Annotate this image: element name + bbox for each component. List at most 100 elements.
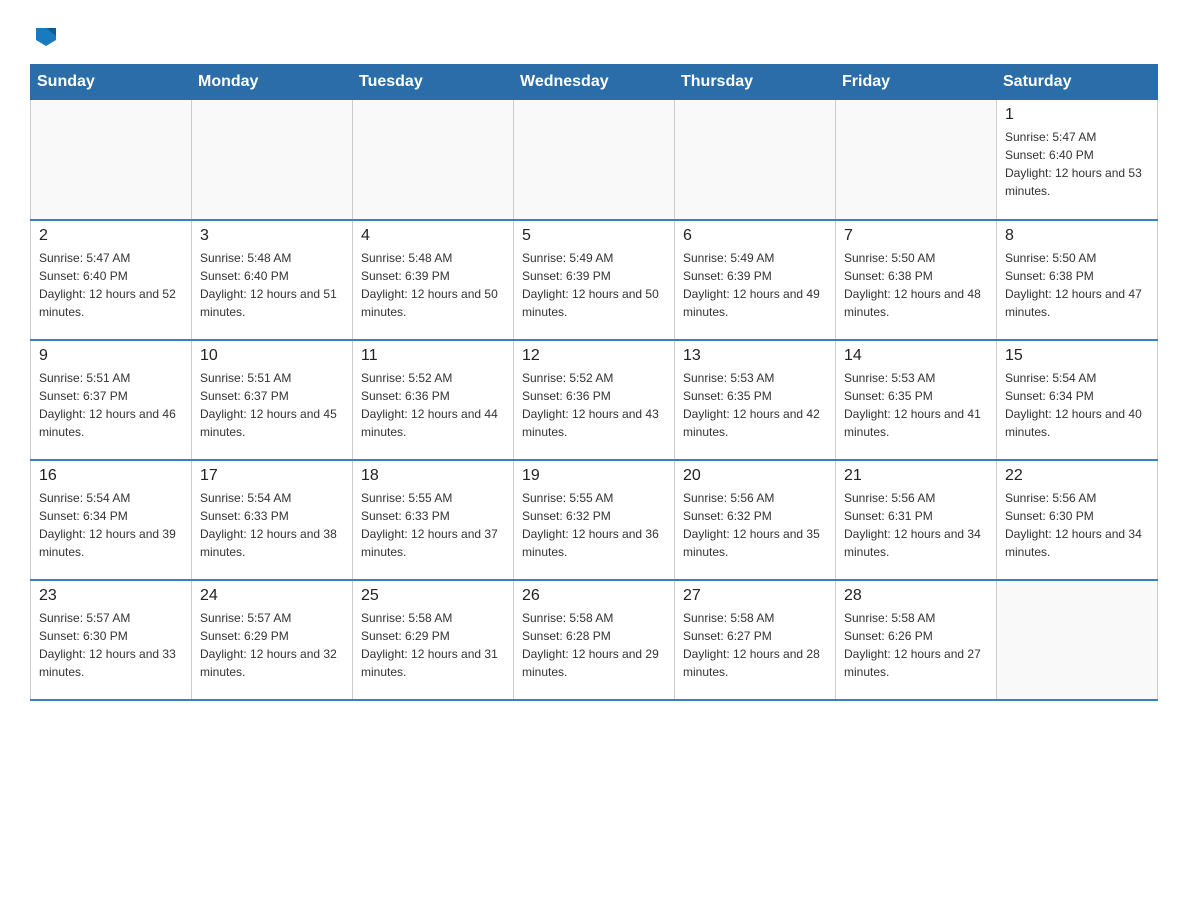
table-row: 11 Sunrise: 5:52 AMSunset: 6:36 PMDayligh… — [353, 340, 514, 460]
table-row: 10 Sunrise: 5:51 AMSunset: 6:37 PMDayligh… — [192, 340, 353, 460]
day-number: 6 — [683, 227, 827, 245]
day-info: Sunrise: 5:49 AMSunset: 6:39 PMDaylight:… — [522, 249, 666, 321]
calendar-table: Sunday Monday Tuesday Wednesday Thursday… — [30, 64, 1158, 701]
table-row: 16Sunrise: 5:54 AMSunset: 6:34 PMDayligh… — [31, 460, 192, 580]
day-number: 14 — [844, 347, 988, 365]
day-number: 8 — [1005, 227, 1149, 245]
day-info: Sunrise: 5:55 AMSunset: 6:33 PMDaylight:… — [361, 489, 505, 561]
day-info: Sunrise: 5:57 AMSunset: 6:29 PMDaylight:… — [200, 609, 344, 681]
header-monday: Monday — [192, 65, 353, 100]
table-row: 26 Sunrise: 5:58 AMSunset: 6:28 PMDayligh… — [514, 580, 675, 700]
calendar-week-row: 23 Sunrise: 5:57 AMSunset: 6:30 PMDayligh… — [31, 580, 1158, 700]
table-row — [31, 100, 192, 220]
day-info: Sunrise: 5:58 AMSunset: 6:27 PMDaylight:… — [683, 609, 827, 681]
day-info: Sunrise: 5:47 AMSunset: 6:40 PMDaylight:… — [1005, 128, 1149, 200]
day-info: Sunrise: 5:50 AMSunset: 6:38 PMDaylight:… — [1005, 249, 1149, 321]
day-number: 15 — [1005, 347, 1149, 365]
calendar-week-row: 1 Sunrise: 5:47 AMSunset: 6:40 PMDaylight… — [31, 100, 1158, 220]
day-number: 23 — [39, 587, 183, 605]
day-number: 3 — [200, 227, 344, 245]
table-row — [514, 100, 675, 220]
day-number: 5 — [522, 227, 666, 245]
table-row: 3Sunrise: 5:48 AMSunset: 6:40 PMDaylight… — [192, 220, 353, 340]
table-row: 2 Sunrise: 5:47 AMSunset: 6:40 PMDaylight… — [31, 220, 192, 340]
calendar-week-row: 9 Sunrise: 5:51 AMSunset: 6:37 PMDaylight… — [31, 340, 1158, 460]
day-number: 4 — [361, 227, 505, 245]
day-number: 26 — [522, 587, 666, 605]
calendar-week-row: 2 Sunrise: 5:47 AMSunset: 6:40 PMDaylight… — [31, 220, 1158, 340]
table-row: 19 Sunrise: 5:55 AMSunset: 6:32 PMDayligh… — [514, 460, 675, 580]
day-number: 21 — [844, 467, 988, 485]
day-info: Sunrise: 5:54 AMSunset: 6:33 PMDaylight:… — [200, 489, 344, 561]
day-number: 27 — [683, 587, 827, 605]
day-number: 24 — [200, 587, 344, 605]
day-info: Sunrise: 5:56 AMSunset: 6:30 PMDaylight:… — [1005, 489, 1149, 561]
day-info: Sunrise: 5:47 AMSunset: 6:40 PMDaylight:… — [39, 249, 183, 321]
table-row — [836, 100, 997, 220]
table-row — [997, 580, 1158, 700]
table-row: 9 Sunrise: 5:51 AMSunset: 6:37 PMDaylight… — [31, 340, 192, 460]
header-saturday: Saturday — [997, 65, 1158, 100]
table-row: 1 Sunrise: 5:47 AMSunset: 6:40 PMDaylight… — [997, 100, 1158, 220]
table-row: 17 Sunrise: 5:54 AMSunset: 6:33 PMDayligh… — [192, 460, 353, 580]
header-wednesday: Wednesday — [514, 65, 675, 100]
day-info: Sunrise: 5:53 AMSunset: 6:35 PMDaylight:… — [683, 369, 827, 441]
calendar-week-row: 16Sunrise: 5:54 AMSunset: 6:34 PMDayligh… — [31, 460, 1158, 580]
table-row: 7 Sunrise: 5:50 AMSunset: 6:38 PMDaylight… — [836, 220, 997, 340]
day-number: 18 — [361, 467, 505, 485]
table-row: 25 Sunrise: 5:58 AMSunset: 6:29 PMDayligh… — [353, 580, 514, 700]
logo — [30, 20, 62, 48]
day-number: 13 — [683, 347, 827, 365]
day-number: 22 — [1005, 467, 1149, 485]
table-row: 28 Sunrise: 5:58 AMSunset: 6:26 PMDayligh… — [836, 580, 997, 700]
header-thursday: Thursday — [675, 65, 836, 100]
table-row: 12Sunrise: 5:52 AMSunset: 6:36 PMDayligh… — [514, 340, 675, 460]
table-row: 27 Sunrise: 5:58 AMSunset: 6:27 PMDayligh… — [675, 580, 836, 700]
day-info: Sunrise: 5:55 AMSunset: 6:32 PMDaylight:… — [522, 489, 666, 561]
table-row: 23 Sunrise: 5:57 AMSunset: 6:30 PMDayligh… — [31, 580, 192, 700]
page-header — [30, 20, 1158, 48]
day-number: 19 — [522, 467, 666, 485]
day-info: Sunrise: 5:51 AMSunset: 6:37 PMDaylight:… — [39, 369, 183, 441]
day-info: Sunrise: 5:49 AMSunset: 6:39 PMDaylight:… — [683, 249, 827, 321]
day-info: Sunrise: 5:52 AMSunset: 6:36 PMDaylight:… — [522, 369, 666, 441]
table-row: 20 Sunrise: 5:56 AMSunset: 6:32 PMDayligh… — [675, 460, 836, 580]
header-sunday: Sunday — [31, 65, 192, 100]
day-info: Sunrise: 5:57 AMSunset: 6:30 PMDaylight:… — [39, 609, 183, 681]
table-row: 14Sunrise: 5:53 AMSunset: 6:35 PMDayligh… — [836, 340, 997, 460]
day-number: 17 — [200, 467, 344, 485]
day-info: Sunrise: 5:51 AMSunset: 6:37 PMDaylight:… — [200, 369, 344, 441]
table-row: 15Sunrise: 5:54 AMSunset: 6:34 PMDayligh… — [997, 340, 1158, 460]
day-info: Sunrise: 5:58 AMSunset: 6:29 PMDaylight:… — [361, 609, 505, 681]
day-info: Sunrise: 5:58 AMSunset: 6:26 PMDaylight:… — [844, 609, 988, 681]
table-row: 6 Sunrise: 5:49 AMSunset: 6:39 PMDaylight… — [675, 220, 836, 340]
day-info: Sunrise: 5:50 AMSunset: 6:38 PMDaylight:… — [844, 249, 988, 321]
day-info: Sunrise: 5:58 AMSunset: 6:28 PMDaylight:… — [522, 609, 666, 681]
calendar-header-row: Sunday Monday Tuesday Wednesday Thursday… — [31, 65, 1158, 100]
table-row: 24 Sunrise: 5:57 AMSunset: 6:29 PMDayligh… — [192, 580, 353, 700]
table-row: 13 Sunrise: 5:53 AMSunset: 6:35 PMDayligh… — [675, 340, 836, 460]
day-number: 2 — [39, 227, 183, 245]
day-info: Sunrise: 5:48 AMSunset: 6:39 PMDaylight:… — [361, 249, 505, 321]
day-number: 9 — [39, 347, 183, 365]
day-number: 20 — [683, 467, 827, 485]
header-friday: Friday — [836, 65, 997, 100]
table-row — [675, 100, 836, 220]
table-row: 18 Sunrise: 5:55 AMSunset: 6:33 PMDayligh… — [353, 460, 514, 580]
day-info: Sunrise: 5:54 AMSunset: 6:34 PMDaylight:… — [39, 489, 183, 561]
day-number: 10 — [200, 347, 344, 365]
day-number: 25 — [361, 587, 505, 605]
logo-icon — [32, 20, 60, 48]
table-row — [353, 100, 514, 220]
day-number: 28 — [844, 587, 988, 605]
day-info: Sunrise: 5:52 AMSunset: 6:36 PMDaylight:… — [361, 369, 505, 441]
day-number: 7 — [844, 227, 988, 245]
day-number: 11 — [361, 347, 505, 365]
day-info: Sunrise: 5:56 AMSunset: 6:32 PMDaylight:… — [683, 489, 827, 561]
header-tuesday: Tuesday — [353, 65, 514, 100]
table-row — [192, 100, 353, 220]
table-row: 8 Sunrise: 5:50 AMSunset: 6:38 PMDaylight… — [997, 220, 1158, 340]
day-number: 1 — [1005, 106, 1149, 124]
day-info: Sunrise: 5:56 AMSunset: 6:31 PMDaylight:… — [844, 489, 988, 561]
table-row: 22 Sunrise: 5:56 AMSunset: 6:30 PMDayligh… — [997, 460, 1158, 580]
